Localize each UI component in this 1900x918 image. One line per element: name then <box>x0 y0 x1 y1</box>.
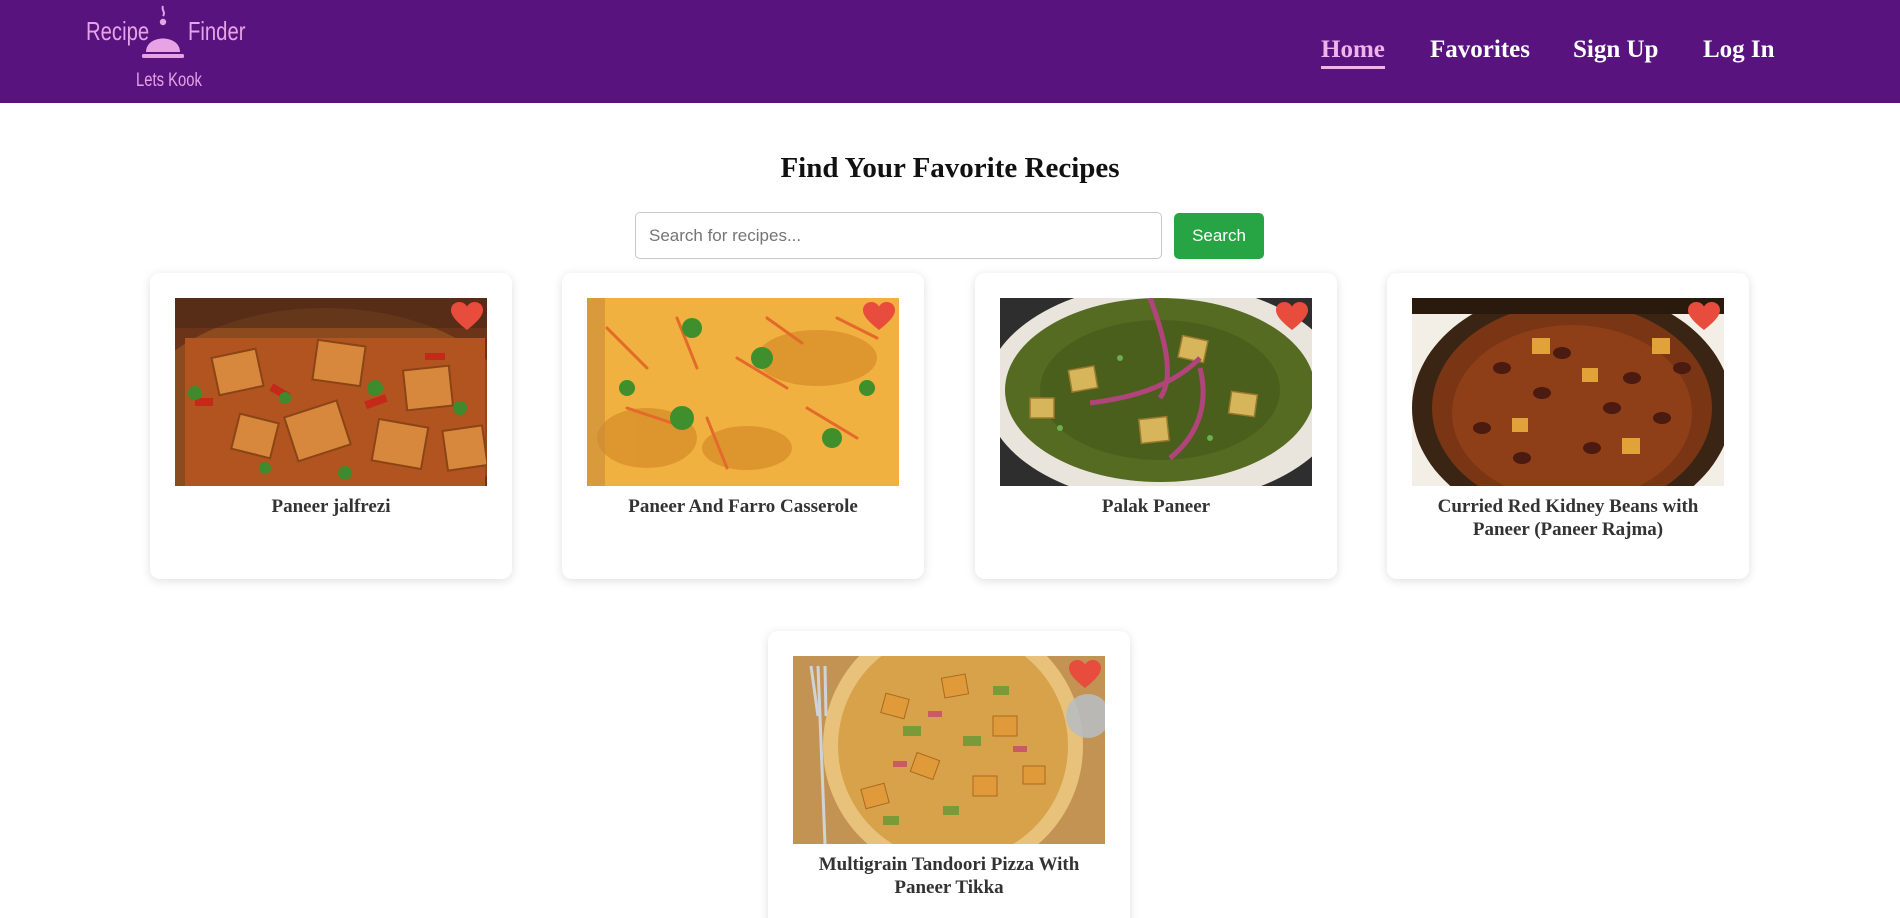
nav-login-link[interactable]: Log In <box>1703 36 1775 64</box>
favorite-heart-icon[interactable] <box>863 302 895 331</box>
recipe-card[interactable]: Paneer jalfrezi <box>150 273 512 579</box>
recipe-image[interactable] <box>1000 298 1312 486</box>
favorite-heart-icon[interactable] <box>1069 660 1101 689</box>
recipe-title[interactable]: Paneer jalfrezi <box>170 495 492 518</box>
recipe-image[interactable] <box>175 298 487 486</box>
favorite-heart-icon[interactable] <box>451 302 483 331</box>
search-input[interactable] <box>635 212 1162 259</box>
nav-favorites-link[interactable]: Favorites <box>1430 36 1530 64</box>
recipe-card[interactable]: Palak Paneer <box>975 273 1337 579</box>
recipe-card[interactable]: Multigrain Tandoori Pizza With Paneer Ti… <box>768 631 1130 918</box>
search-button[interactable]: Search <box>1174 213 1264 259</box>
recipe-card[interactable]: Curried Red Kidney Beans with Paneer (Pa… <box>1387 273 1749 579</box>
recipe-image[interactable] <box>793 656 1105 844</box>
brand-logo[interactable]: Recipe Finder Lets Kook <box>84 4 246 96</box>
recipe-title[interactable]: Paneer And Farro Casserole <box>582 495 904 518</box>
recipe-card[interactable]: Paneer And Farro Casserole <box>562 273 924 579</box>
cloche-icon <box>142 5 184 58</box>
brand-name-left: Recipe <box>86 16 150 46</box>
brand-tagline: Lets Kook <box>136 70 202 91</box>
recipe-image[interactable] <box>587 298 899 486</box>
recipe-image[interactable] <box>1412 298 1724 486</box>
recipe-title[interactable]: Palak Paneer <box>995 495 1317 518</box>
recipe-title[interactable]: Multigrain Tandoori Pizza With Paneer Ti… <box>788 853 1110 899</box>
favorite-heart-icon[interactable] <box>1688 302 1720 331</box>
nav-signup-link[interactable]: Sign Up <box>1573 36 1658 64</box>
nav-home-link[interactable]: Home <box>1321 36 1385 69</box>
brand-name-right: Finder <box>188 16 246 46</box>
favorite-heart-icon[interactable] <box>1276 302 1308 331</box>
navbar: Recipe Finder Lets Kook Home Favorites S… <box>0 0 1900 103</box>
page-title: Find Your Favorite Recipes <box>780 152 1120 184</box>
recipe-title[interactable]: Curried Red Kidney Beans with Paneer (Pa… <box>1407 495 1729 541</box>
